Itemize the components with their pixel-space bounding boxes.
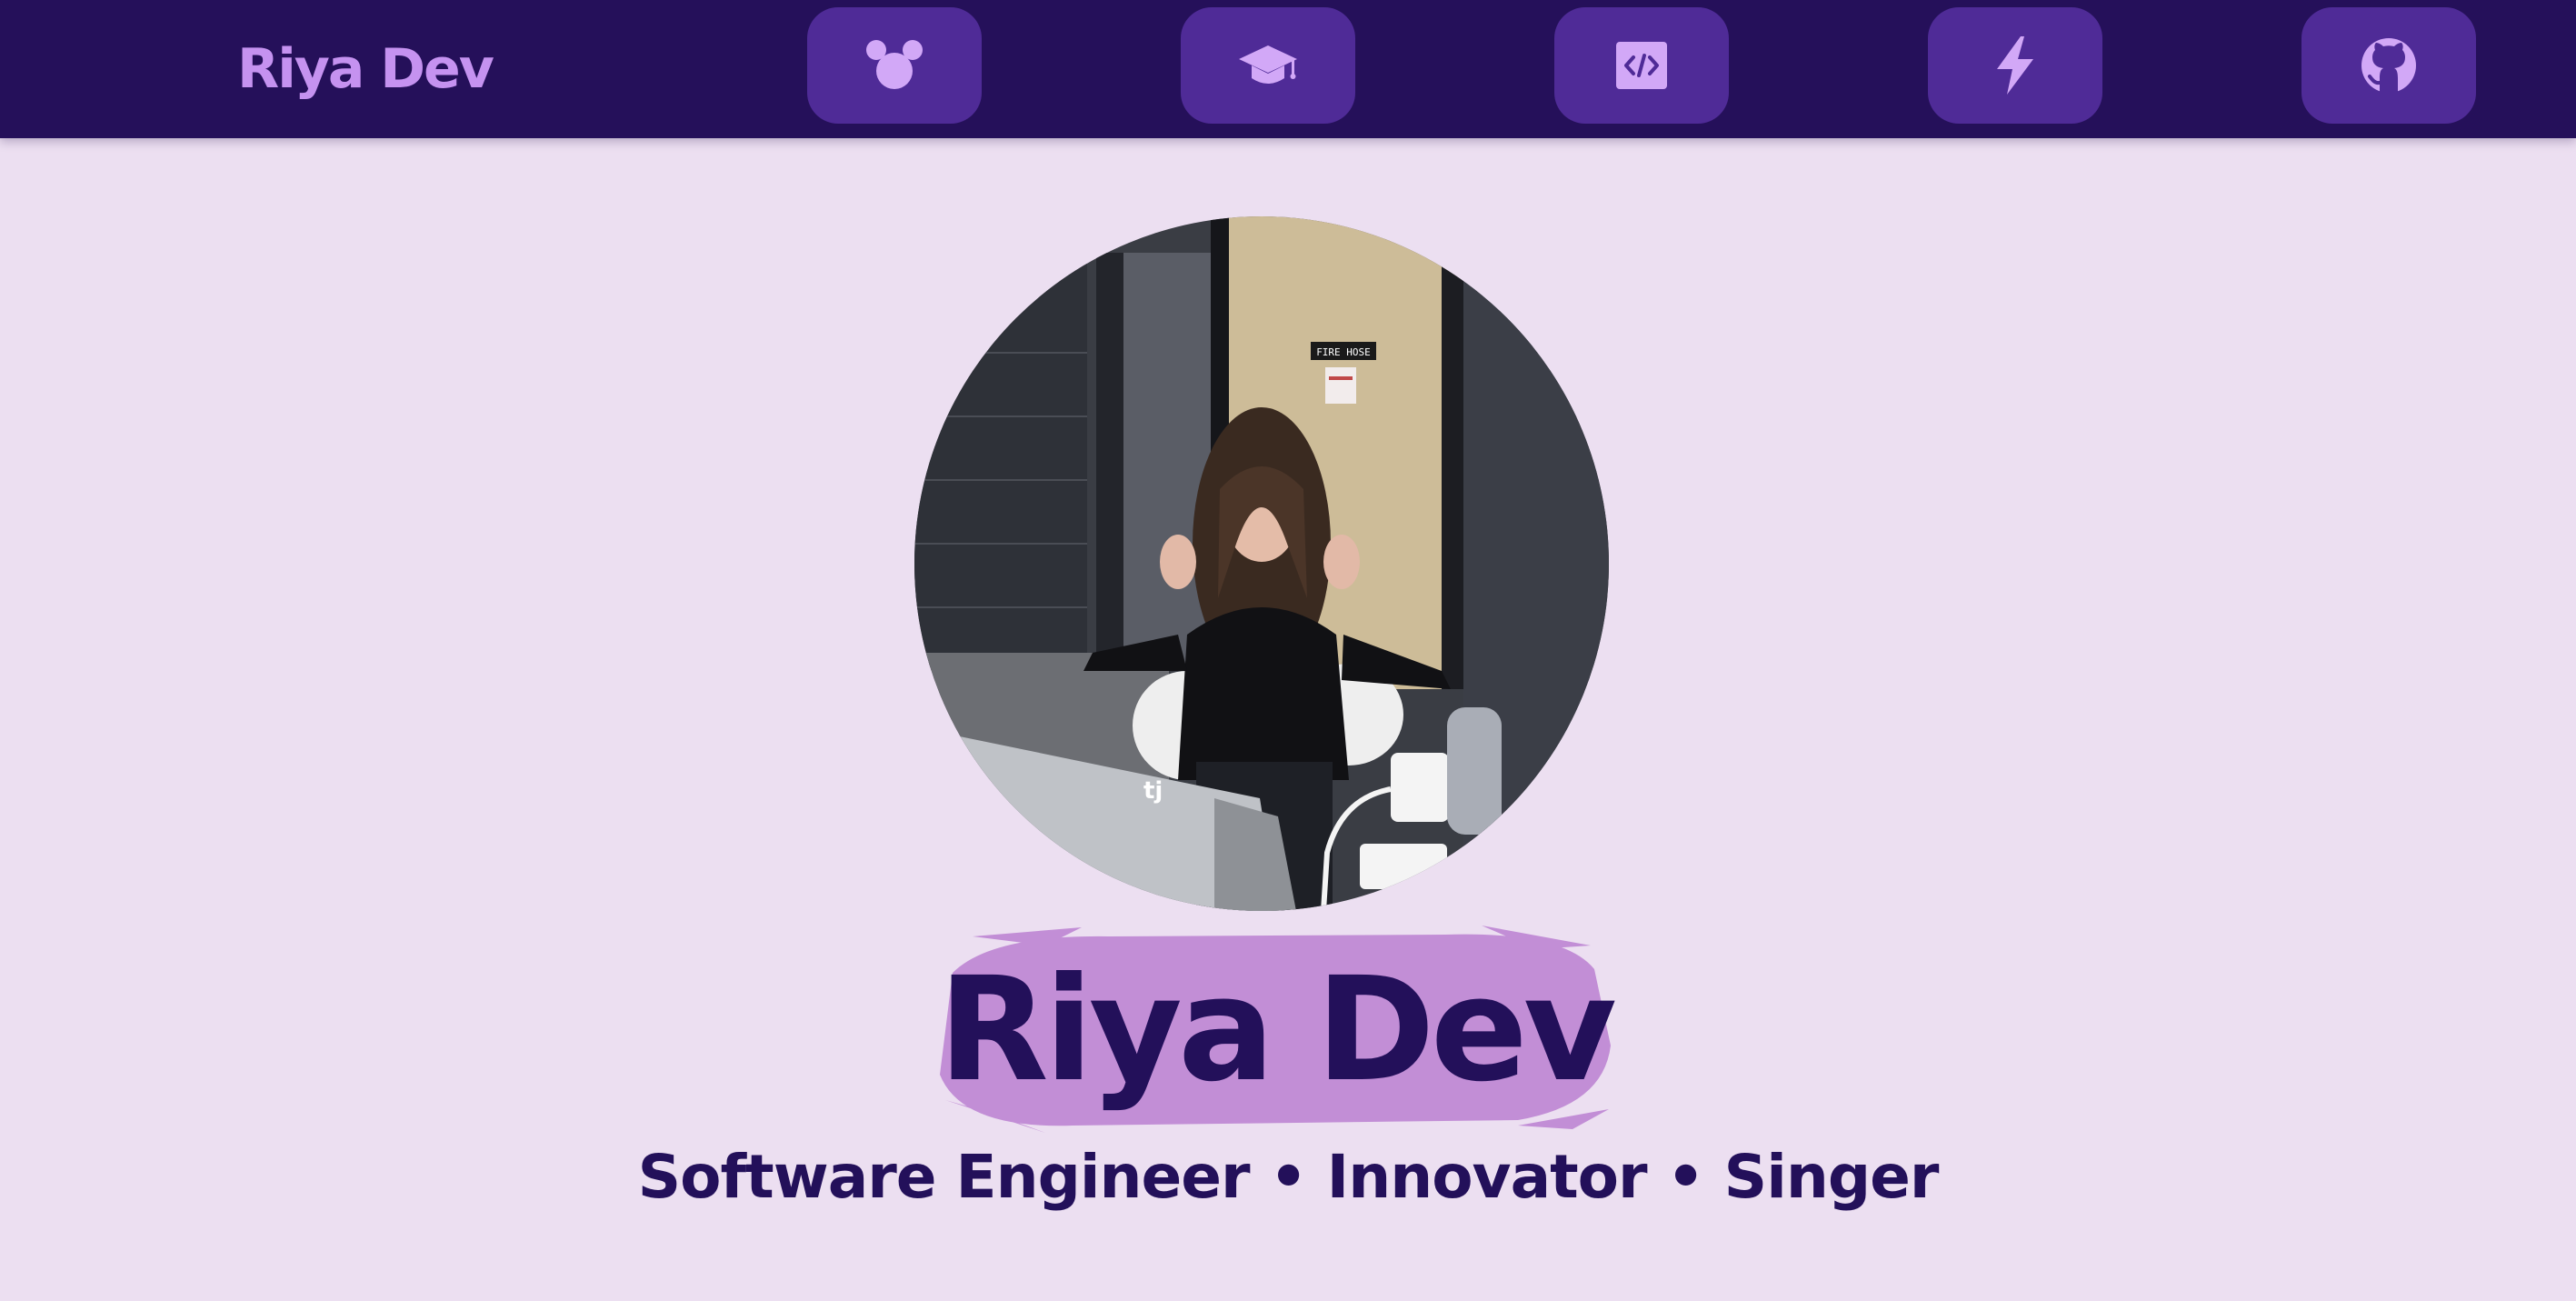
top-navbar: Riya Dev xyxy=(0,0,2576,138)
nav-button-github[interactable] xyxy=(2301,7,2476,124)
nav-button-projects[interactable] xyxy=(1554,7,1729,124)
profile-photo: FIRE HOSE tj xyxy=(914,216,1609,911)
code-file-icon xyxy=(1616,42,1667,89)
hero-name: Riya Dev xyxy=(938,946,1617,1114)
hero-tagline: Software Engineer • Innovator • Singer xyxy=(637,1142,1940,1212)
nav-button-skills[interactable] xyxy=(1928,7,2102,124)
brand-logo-text[interactable]: Riya Dev xyxy=(237,33,494,105)
github-icon xyxy=(2361,38,2416,93)
photo-sign-text: FIRE HOSE xyxy=(1316,346,1371,358)
hero-name-block: Riya Dev xyxy=(936,918,1617,1136)
laptop-sticker-text: tj xyxy=(1143,777,1163,805)
lightning-icon xyxy=(1997,36,2033,95)
nav-button-mouse[interactable] xyxy=(807,7,982,124)
nav-button-education[interactable] xyxy=(1181,7,1355,124)
graduation-cap-icon xyxy=(1239,45,1297,84)
mouse-ears-icon xyxy=(866,40,923,89)
